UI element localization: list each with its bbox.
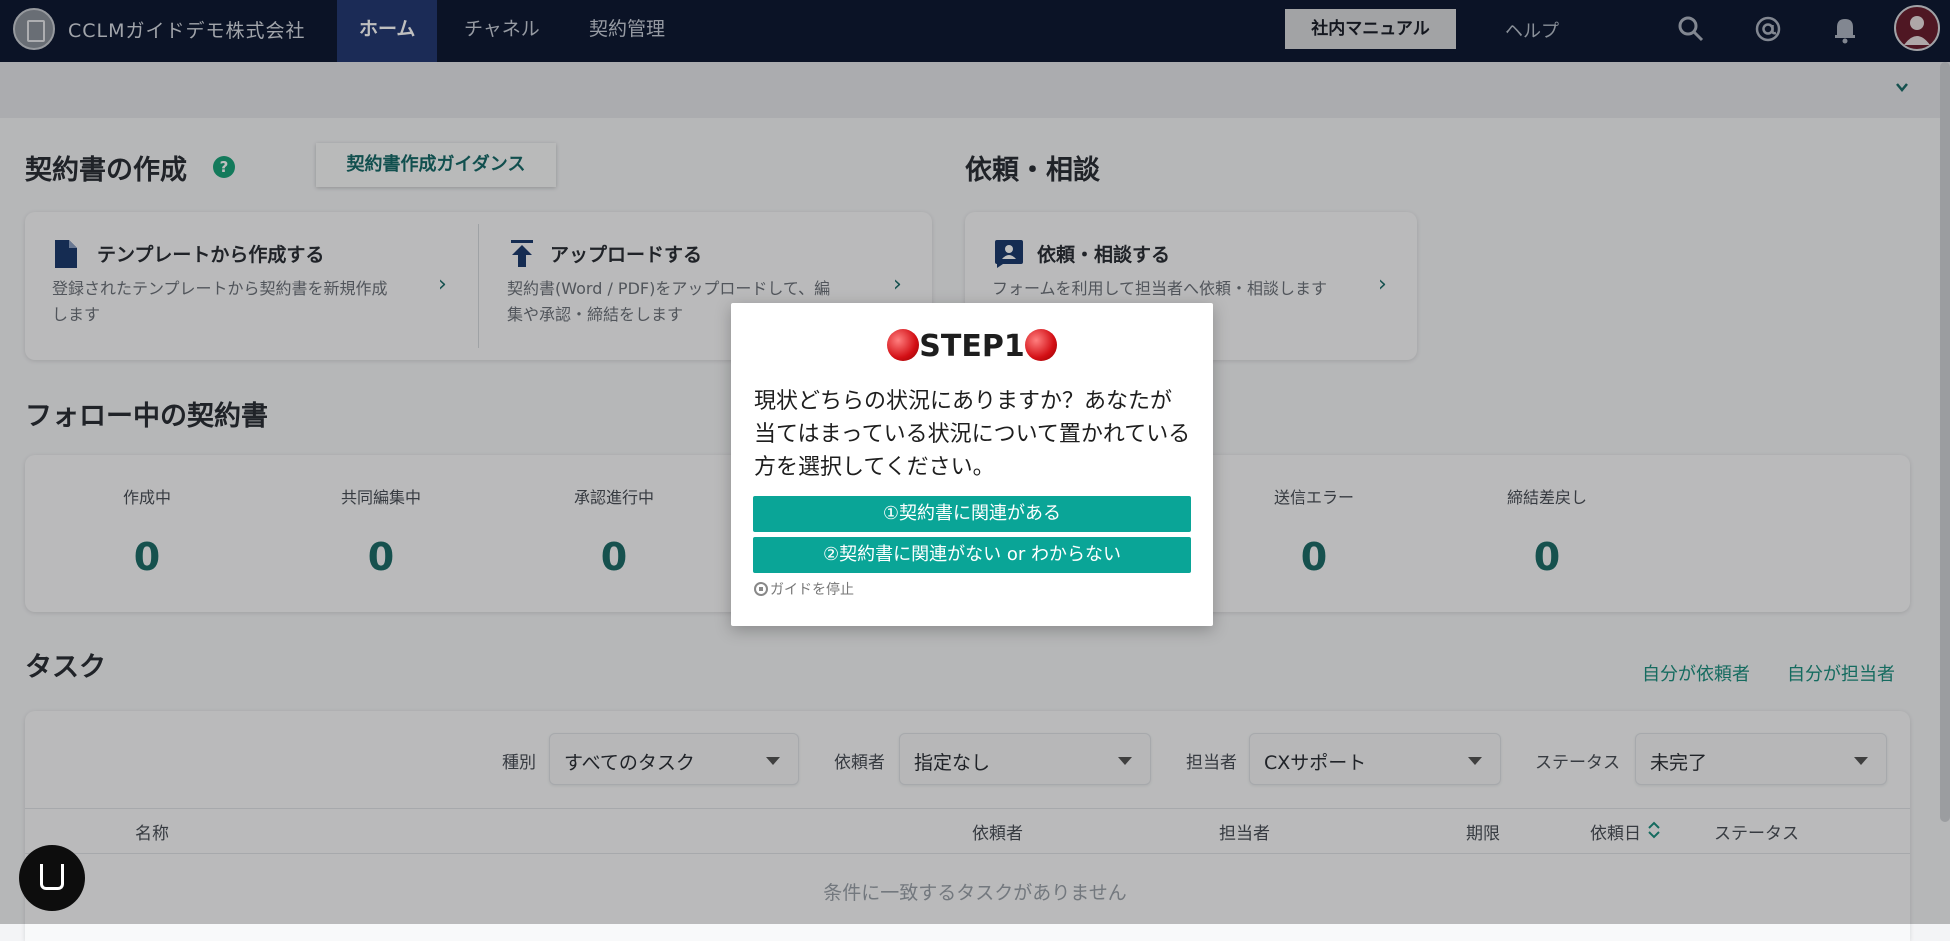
choice-related-button[interactable]: ①契約書に関連がある — [753, 496, 1191, 532]
guide-step-modal: STEP1 現状どちらの状況にありますか？あなたが 当てはまっている状況について… — [731, 303, 1213, 626]
chat-launcher-button[interactable] — [19, 845, 85, 911]
stop-guide-label: ガイドを停止 — [770, 582, 854, 598]
red-circle-icon — [887, 329, 920, 361]
stop-guide-link[interactable]: ガイドを停止 — [754, 579, 854, 599]
choice-unrelated-button[interactable]: ②契約書に関連がない or わからない — [753, 537, 1191, 573]
stop-icon — [754, 582, 768, 596]
step-heading: STEP1 — [731, 329, 1213, 364]
step-question-line: 現状どちらの状況にありますか？あなたが — [754, 389, 1173, 414]
step-question-line: 当てはまっている状況について置かれている — [754, 422, 1191, 447]
step-question: 現状どちらの状況にありますか？あなたが 当てはまっている状況について置かれている… — [754, 385, 1194, 484]
step-title: STEP1 — [919, 329, 1025, 364]
red-circle-icon — [1024, 329, 1057, 361]
step-question-line: 方を選択してください。 — [754, 455, 995, 480]
